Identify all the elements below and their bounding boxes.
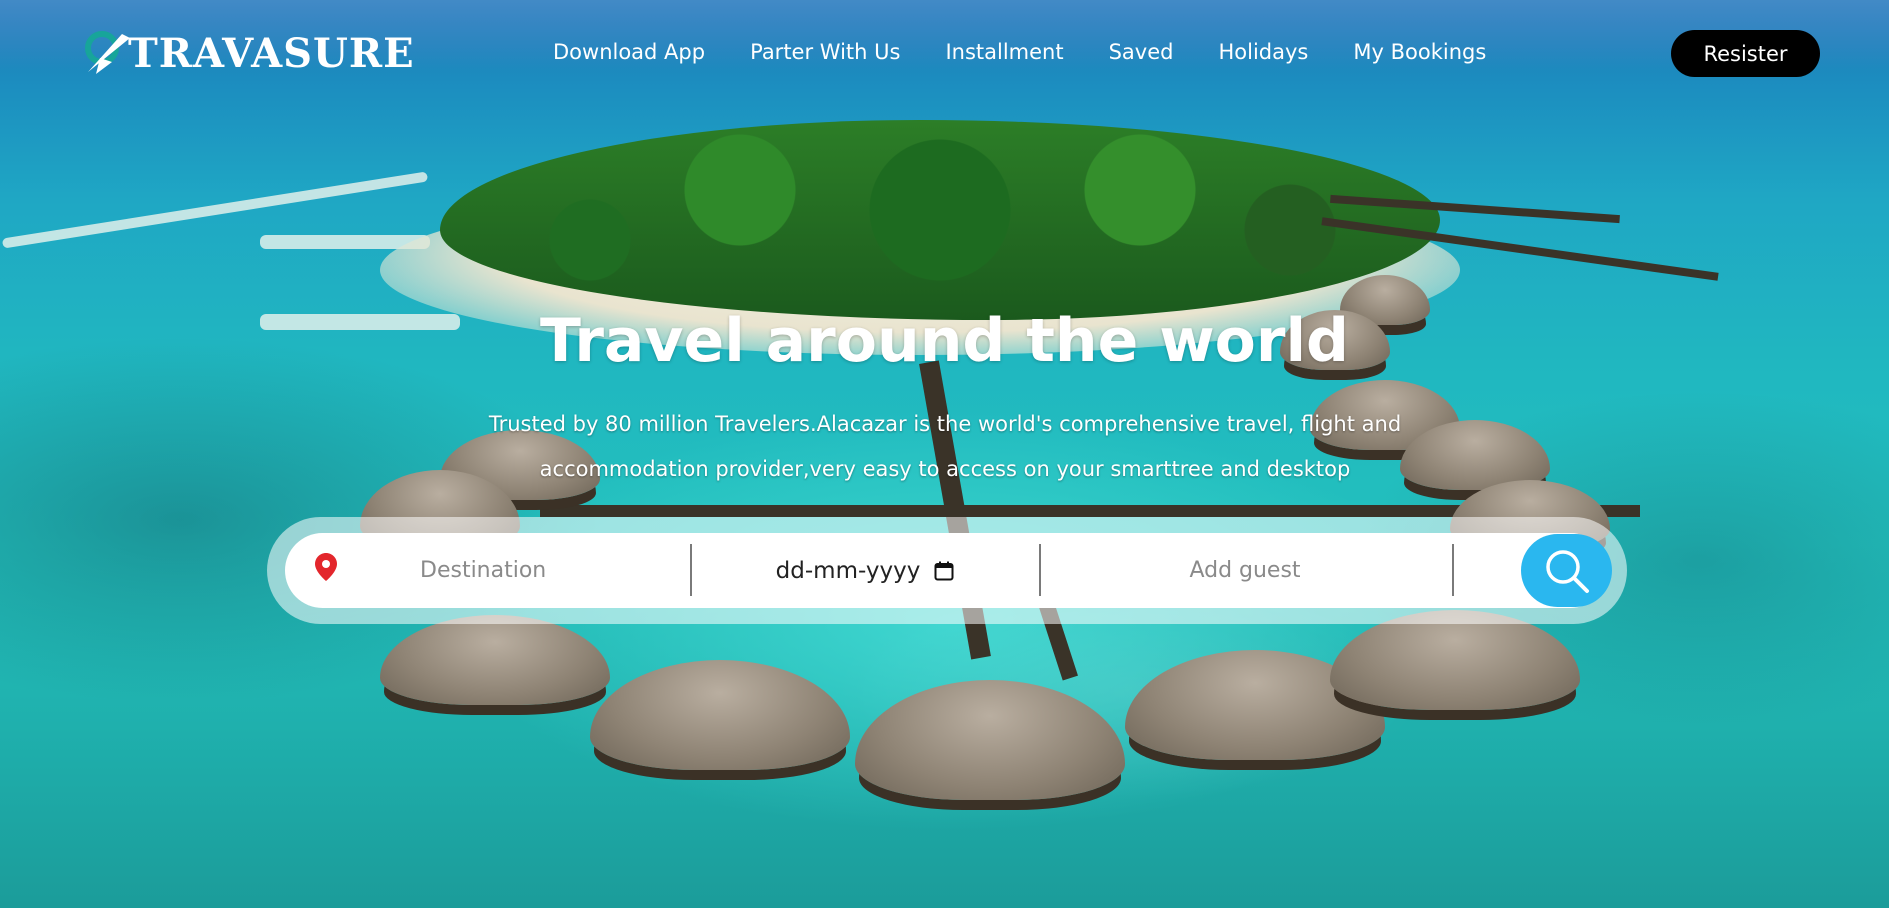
register-button[interactable]: Resister (1671, 30, 1820, 77)
main-nav: Download App Parter With Us Installment … (553, 40, 1531, 64)
hero-title: Travel around the world (540, 306, 1349, 376)
nav-installment[interactable]: Installment (945, 40, 1063, 64)
hero-subtitle-line: accommodation provider,very easy to acce… (539, 457, 1351, 481)
divider (1039, 544, 1041, 596)
divider (690, 544, 692, 596)
divider (1452, 544, 1454, 596)
nav-my-bookings[interactable]: My Bookings (1353, 40, 1486, 64)
nav-saved[interactable]: Saved (1109, 40, 1174, 64)
search-icon (1521, 546, 1612, 596)
hero-subtitle: Trusted by 80 million Travelers.Alacazar… (420, 402, 1470, 492)
island-trees (440, 120, 1440, 320)
calendar-icon[interactable] (934, 561, 954, 581)
date-value: dd-mm-yyyy (775, 557, 921, 584)
brand-name: TRAVASURE (128, 29, 415, 77)
nav-partner-with-us[interactable]: Parter With Us (750, 40, 900, 64)
site-header: TRAVASURE Download App Parter With Us In… (0, 0, 1889, 105)
nav-holidays[interactable]: Holidays (1218, 40, 1308, 64)
water-villa (380, 615, 610, 705)
plane-globe-icon (84, 28, 134, 78)
water-villa (1330, 610, 1580, 710)
destination-input[interactable] (360, 533, 680, 608)
map-pin-icon (315, 553, 337, 581)
search-button[interactable] (1521, 534, 1612, 607)
brand-logo[interactable]: TRAVASURE (84, 28, 415, 78)
guest-input[interactable] (1045, 533, 1445, 608)
water-villa (855, 680, 1125, 800)
water-villa (590, 660, 850, 770)
date-input[interactable]: dd-mm-yyyy (705, 533, 1025, 608)
hero-subtitle-line: Trusted by 80 million Travelers.Alacazar… (488, 412, 1402, 436)
nav-download-app[interactable]: Download App (553, 40, 705, 64)
